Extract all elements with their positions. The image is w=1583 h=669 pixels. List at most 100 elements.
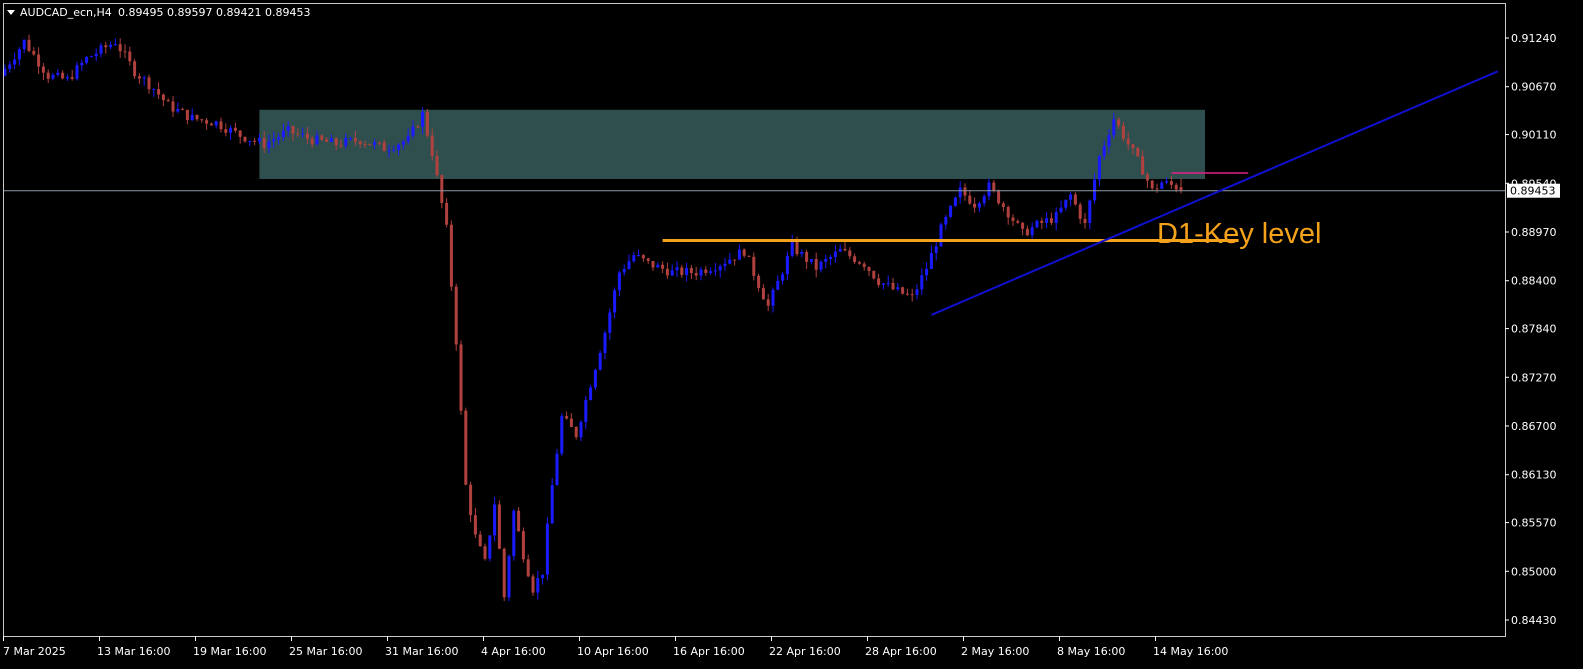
candle-body (478, 534, 482, 547)
candle-body (723, 263, 727, 267)
candle-body (17, 49, 21, 60)
candle-body (205, 120, 209, 124)
candle-body (1093, 179, 1097, 201)
candle-body (785, 255, 789, 275)
candle-body (901, 287, 905, 294)
candle-body (70, 77, 74, 79)
candle-body (603, 332, 607, 354)
candle-body (550, 485, 554, 524)
candle-body (925, 268, 929, 276)
candle-body (1049, 218, 1053, 223)
candle-body (80, 62, 84, 66)
candle-body (363, 143, 367, 145)
candle-body (589, 387, 593, 401)
candle-body (973, 203, 977, 208)
candle-body (104, 45, 108, 48)
candle-body (958, 187, 962, 198)
candle-body (910, 294, 914, 296)
candle-body (118, 44, 122, 52)
candle-body (512, 510, 516, 557)
candle-body (934, 246, 938, 253)
candle-body (185, 109, 189, 121)
candle-body (1126, 138, 1130, 145)
candle-body (421, 111, 425, 127)
chart: 0.912400.906700.901100.895400.889700.884… (0, 0, 1583, 669)
candle-body (833, 251, 837, 258)
candle-body (296, 133, 300, 135)
candle-body (61, 72, 65, 79)
candle-body (545, 523, 549, 575)
candle-body (1064, 199, 1068, 208)
candle-body (161, 94, 165, 101)
candle-body (699, 269, 703, 276)
y-tick-label: 0.86700 (1511, 420, 1557, 433)
candle-body (867, 267, 871, 271)
candle-body (670, 270, 674, 276)
candle-body (32, 50, 36, 55)
candle-body (497, 504, 501, 549)
candle-body (75, 65, 79, 79)
candle-body (195, 114, 199, 120)
candle-body (838, 248, 842, 252)
candle-body (65, 77, 69, 79)
candle-body (771, 289, 775, 306)
x-tick-label: 16 Apr 16:00 (673, 645, 745, 658)
x-tick-label: 31 Mar 16:00 (385, 645, 458, 658)
y-tick-label: 0.90110 (1511, 129, 1557, 142)
candle-body (637, 255, 641, 257)
candle-body (1179, 187, 1183, 191)
candle-body (224, 129, 228, 133)
candle-body (464, 410, 468, 485)
candle-body (569, 418, 573, 427)
zone-layer (259, 109, 1205, 180)
candle-body (728, 259, 732, 264)
candle-body (1141, 156, 1145, 175)
candle-body (517, 510, 521, 532)
candle-body (262, 138, 266, 148)
x-tick-label: 10 Apr 16:00 (577, 645, 649, 658)
candle-body (1083, 218, 1087, 224)
candle-body (574, 426, 578, 438)
candle-body (445, 202, 449, 225)
candle-body (598, 353, 602, 370)
candle-body (325, 139, 329, 142)
candle-body (593, 369, 597, 388)
x-tick-label: 2 May 16:00 (961, 645, 1029, 658)
candle-body (425, 111, 429, 136)
candle-body (613, 290, 617, 313)
candle-body (1035, 220, 1039, 228)
candle-body (646, 258, 650, 261)
candle-body (13, 59, 17, 65)
candle-body (829, 257, 833, 259)
candle-body (449, 224, 453, 287)
candle-body (89, 56, 93, 58)
x-tick-label: 7 Mar 2025 (3, 645, 66, 658)
candle-body (483, 546, 487, 559)
candle-body (305, 133, 309, 139)
candle-body (1097, 156, 1101, 180)
candle-body (1107, 135, 1111, 147)
x-tick-label: 28 Apr 16:00 (865, 645, 937, 658)
candle-body (939, 224, 943, 247)
candle-body (1174, 184, 1178, 190)
y-tick-label: 0.85000 (1511, 565, 1557, 578)
candle-body (353, 138, 357, 142)
candle-body (675, 267, 679, 271)
candle-body (877, 278, 881, 285)
candle-body (704, 269, 708, 273)
candle-body (1073, 194, 1077, 205)
candle-body (315, 135, 319, 145)
candle-body (286, 126, 290, 131)
candle-body (795, 241, 799, 255)
candle-body (99, 45, 103, 54)
candle-body (896, 287, 900, 290)
candle-body (1145, 174, 1149, 181)
candle-body (1112, 119, 1116, 136)
y-tick-label: 0.91240 (1511, 32, 1557, 45)
candle-body (992, 182, 996, 191)
symbol-timeframe: AUDCAD_ecn,H4 (20, 6, 112, 19)
candle-body (584, 400, 588, 422)
candle-body (1155, 188, 1159, 190)
candle-body (440, 175, 444, 203)
candle-body (872, 270, 876, 279)
